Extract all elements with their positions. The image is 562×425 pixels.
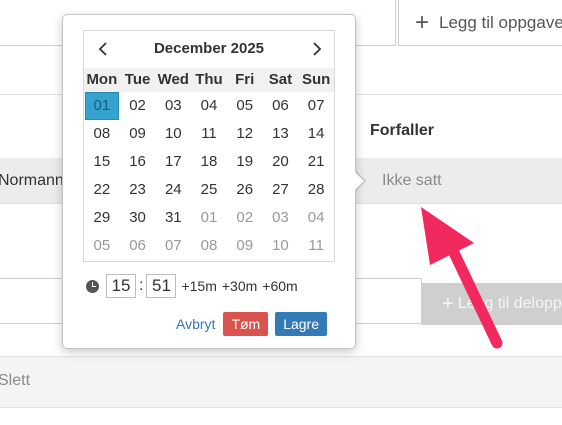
popover-caret bbox=[355, 172, 364, 190]
day-cell[interactable]: 17 bbox=[155, 148, 191, 176]
hour-input[interactable]: 15 bbox=[106, 274, 136, 298]
day-cell[interactable]: 30 bbox=[120, 204, 156, 232]
clock-icon bbox=[86, 279, 99, 293]
day-cell[interactable]: 23 bbox=[120, 176, 156, 204]
weekday-label: Tue bbox=[124, 71, 151, 88]
weekday-label: Thu bbox=[195, 71, 223, 88]
day-cell[interactable]: 11 bbox=[191, 120, 227, 148]
day-cell[interactable]: 27 bbox=[263, 176, 299, 204]
calendar-days-grid: 01 02 03 04 05 06 07 08 09 10 11 12 13 14 15 16 17 18 19 20… bbox=[84, 92, 334, 260]
weekday-label: Sun bbox=[301, 71, 331, 88]
weekday-label: Wed bbox=[157, 71, 189, 88]
weekday-label: Sat bbox=[268, 71, 293, 88]
weekday-label: Fri bbox=[235, 71, 255, 88]
add-task-label: Legg til oppgave bbox=[439, 12, 562, 32]
day-cell[interactable]: 29 bbox=[84, 204, 120, 232]
delete-row bbox=[0, 356, 562, 408]
weekday-header: Mon Tue Wed Thu Fri Sat Sun bbox=[84, 68, 334, 92]
day-cell[interactable]: 14 bbox=[298, 120, 334, 148]
day-cell[interactable]: 08 bbox=[84, 120, 120, 148]
delete-button[interactable]: Slett bbox=[0, 372, 30, 390]
day-cell[interactable]: 01 bbox=[191, 204, 227, 232]
day-cell[interactable]: 03 bbox=[263, 204, 299, 232]
month-title[interactable]: December 2025 bbox=[124, 31, 294, 67]
day-cell[interactable]: 10 bbox=[155, 120, 191, 148]
day-cell[interactable]: 05 bbox=[227, 92, 263, 120]
chevron-left-icon[interactable] bbox=[86, 31, 120, 67]
add-60m-button[interactable]: +60m bbox=[262, 278, 297, 294]
day-cell[interactable]: 07 bbox=[155, 232, 191, 260]
row-due-date[interactable]: Ikke satt bbox=[382, 172, 442, 190]
row-assignee: Normann bbox=[0, 172, 64, 189]
day-cell[interactable]: 21 bbox=[298, 148, 334, 176]
day-cell[interactable]: 04 bbox=[298, 204, 334, 232]
day-cell[interactable]: 18 bbox=[191, 148, 227, 176]
day-cell[interactable]: 08 bbox=[191, 232, 227, 260]
day-cell[interactable]: 09 bbox=[120, 120, 156, 148]
day-cell[interactable]: 16 bbox=[120, 148, 156, 176]
column-header-due: Forfaller bbox=[370, 122, 435, 139]
add-30m-button[interactable]: +30m bbox=[222, 278, 257, 294]
day-cell[interactable]: 24 bbox=[155, 176, 191, 204]
day-cell[interactable]: 15 bbox=[84, 148, 120, 176]
day-cell[interactable]: 03 bbox=[155, 92, 191, 120]
day-cell[interactable]: 28 bbox=[298, 176, 334, 204]
add-task-button[interactable]: + Legg til oppgave bbox=[398, 0, 562, 46]
save-button[interactable]: Lagre bbox=[275, 312, 328, 336]
day-cell[interactable]: 09 bbox=[227, 232, 263, 260]
day-cell[interactable]: 06 bbox=[263, 92, 299, 120]
add-subtask-label: Legg til deloppgave bbox=[457, 295, 562, 312]
day-cell[interactable]: 25 bbox=[191, 176, 227, 204]
day-cell[interactable]: 26 bbox=[227, 176, 263, 204]
chevron-right-icon[interactable] bbox=[300, 31, 334, 67]
day-cell[interactable]: 11 bbox=[298, 232, 334, 260]
day-cell[interactable]: 04 bbox=[191, 92, 227, 120]
plus-icon: + bbox=[415, 8, 430, 36]
day-cell[interactable]: 13 bbox=[263, 120, 299, 148]
day-cell[interactable]: 31 bbox=[155, 204, 191, 232]
minute-input[interactable]: 51 bbox=[146, 274, 177, 298]
add-subtask-button[interactable]: + Legg til deloppgave bbox=[422, 283, 562, 325]
day-cell[interactable]: 05 bbox=[84, 232, 120, 260]
calendar-nav: December 2025 bbox=[84, 31, 334, 67]
day-cell[interactable]: 19 bbox=[227, 148, 263, 176]
cancel-button[interactable]: Avbryt bbox=[176, 316, 215, 332]
picker-actions: Avbryt Tøm Lagre bbox=[176, 312, 328, 336]
time-separator: : bbox=[139, 277, 144, 294]
weekday-label: Mon bbox=[86, 71, 118, 88]
day-cell[interactable]: 07 bbox=[298, 92, 334, 120]
clear-button[interactable]: Tøm bbox=[223, 312, 269, 336]
day-cell[interactable]: 06 bbox=[120, 232, 156, 260]
day-cell[interactable]: 20 bbox=[263, 148, 299, 176]
day-cell[interactable]: 10 bbox=[263, 232, 299, 260]
day-cell-selected[interactable]: 01 bbox=[85, 92, 119, 120]
day-cell[interactable]: 02 bbox=[227, 204, 263, 232]
day-cell[interactable]: 12 bbox=[227, 120, 263, 148]
day-cell[interactable]: 02 bbox=[120, 92, 156, 120]
add-15m-button[interactable]: +15m bbox=[181, 278, 216, 294]
plus-icon: + bbox=[442, 292, 454, 315]
time-picker: 15 : 51 +15m +30m +60m bbox=[86, 273, 298, 299]
day-cell[interactable]: 22 bbox=[84, 176, 120, 204]
